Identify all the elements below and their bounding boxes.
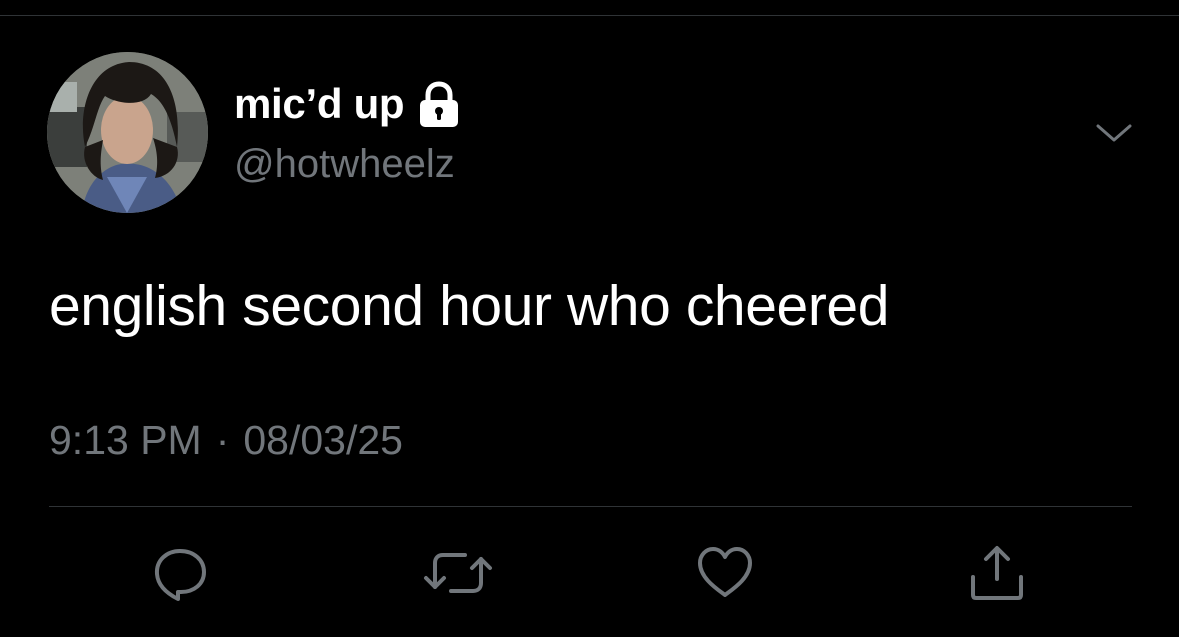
speech-bubble-icon bbox=[154, 549, 206, 601]
tweet-date[interactable]: 08/03/25 bbox=[243, 414, 403, 466]
like-button[interactable] bbox=[695, 543, 755, 603]
meta-separator: · bbox=[215, 417, 230, 463]
user-handle[interactable]: @hotwheelz bbox=[234, 140, 455, 188]
display-name-row: mic’d up bbox=[234, 78, 462, 130]
share-button[interactable] bbox=[967, 543, 1027, 603]
more-options-button[interactable] bbox=[1090, 116, 1138, 148]
share-icon bbox=[971, 546, 1023, 600]
retweet-icon bbox=[424, 553, 492, 593]
heart-icon bbox=[698, 547, 752, 597]
chevron-down-icon bbox=[1096, 124, 1132, 142]
reply-button[interactable] bbox=[150, 543, 210, 603]
avatar[interactable] bbox=[47, 52, 208, 213]
retweet-button[interactable] bbox=[423, 543, 492, 603]
tweet-metadata: 9:13 PM · 08/03/25 bbox=[49, 414, 403, 466]
avatar-photo bbox=[47, 52, 208, 213]
lock-icon bbox=[420, 81, 459, 127]
display-name[interactable]: mic’d up bbox=[234, 80, 405, 128]
tweet-text: english second hour who cheered bbox=[49, 274, 890, 338]
actions-divider bbox=[49, 506, 1132, 507]
tweet-time[interactable]: 9:13 PM bbox=[49, 414, 202, 466]
top-divider bbox=[0, 15, 1179, 16]
